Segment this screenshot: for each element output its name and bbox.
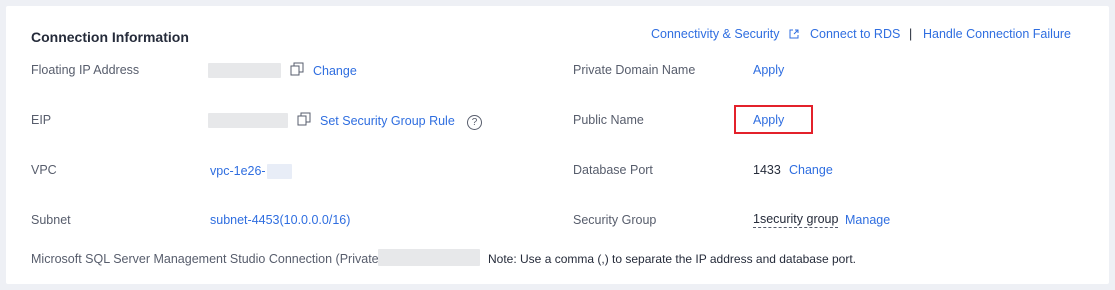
connection-information-card: Connection Information Connectivity & Se… bbox=[6, 6, 1109, 284]
security-group-value[interactable]: 1security group bbox=[753, 212, 839, 228]
database-port-label: Database Port bbox=[573, 163, 653, 177]
link-separator: | bbox=[909, 27, 913, 41]
eip-label: EIP bbox=[31, 113, 52, 127]
security-group-manage-link[interactable]: Manage bbox=[845, 213, 890, 227]
section-title: Connection Information bbox=[31, 29, 189, 45]
connectivity-security-link[interactable]: Connectivity & Security bbox=[651, 27, 799, 41]
security-group-label: Security Group bbox=[573, 213, 657, 227]
handle-connection-failure-link[interactable]: Handle Connection Failure bbox=[923, 27, 1071, 41]
connect-to-rds-link[interactable]: Connect to RDS bbox=[810, 27, 900, 41]
ssms-note: Note: Use a comma (,) to separate the IP… bbox=[488, 252, 856, 266]
eip-value-redacted bbox=[208, 113, 288, 128]
highlight-box bbox=[734, 105, 813, 134]
external-link-icon bbox=[789, 29, 799, 39]
vpc-label: VPC bbox=[31, 163, 57, 177]
private-domain-label: Private Domain Name bbox=[573, 63, 696, 77]
floating-ip-value-redacted bbox=[208, 63, 281, 78]
vpc-link[interactable]: vpc-1e26- bbox=[210, 164, 266, 178]
vpc-id-redacted bbox=[267, 164, 292, 179]
database-port-value: 1433 bbox=[753, 163, 781, 177]
copy-icon[interactable] bbox=[290, 62, 304, 76]
ssms-connection-value-redacted bbox=[378, 249, 480, 266]
floating-ip-change-link[interactable]: Change bbox=[313, 64, 357, 78]
ssms-connection-label: Microsoft SQL Server Management Studio C… bbox=[31, 252, 383, 266]
help-icon[interactable]: ? bbox=[467, 115, 482, 130]
subnet-label: Subnet bbox=[31, 213, 71, 227]
set-security-group-rule-link[interactable]: Set Security Group Rule bbox=[320, 114, 455, 128]
connectivity-security-label: Connectivity & Security bbox=[651, 27, 780, 41]
database-port-change-link[interactable]: Change bbox=[789, 163, 833, 177]
subnet-link[interactable]: subnet-4453(10.0.0.0/16) bbox=[210, 213, 350, 227]
copy-icon[interactable] bbox=[297, 112, 311, 126]
private-domain-apply-link[interactable]: Apply bbox=[753, 63, 784, 77]
floating-ip-label: Floating IP Address bbox=[31, 63, 140, 77]
public-name-label: Public Name bbox=[573, 113, 644, 127]
